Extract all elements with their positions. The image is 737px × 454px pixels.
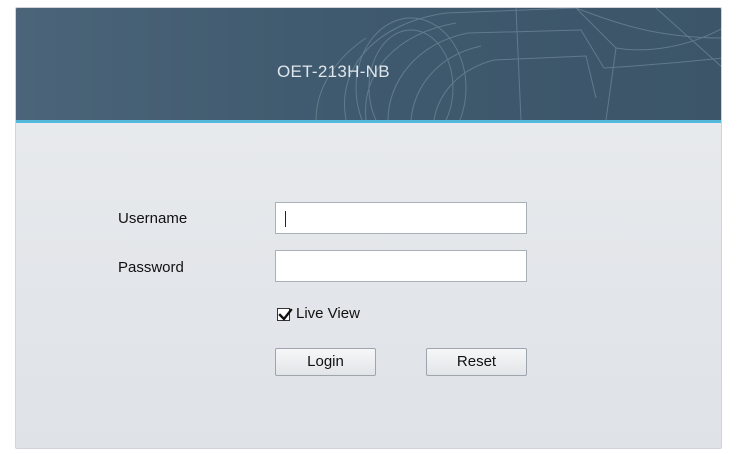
header-banner: OET-213H-NB: [16, 8, 721, 123]
password-input[interactable]: [275, 250, 527, 282]
live-view-label[interactable]: Live View: [296, 305, 360, 322]
checkmark-icon: [278, 308, 293, 321]
text-caret: [285, 211, 286, 227]
live-view-checkbox[interactable]: [277, 308, 293, 321]
reset-button[interactable]: Reset: [426, 348, 527, 376]
password-label: Password: [118, 259, 184, 276]
login-panel: OET-213H-NB Username Password Live View …: [15, 7, 722, 449]
username-input[interactable]: [275, 202, 527, 234]
username-label: Username: [118, 210, 188, 227]
device-title: OET-213H-NB: [277, 62, 390, 81]
login-button[interactable]: Login: [275, 348, 376, 376]
